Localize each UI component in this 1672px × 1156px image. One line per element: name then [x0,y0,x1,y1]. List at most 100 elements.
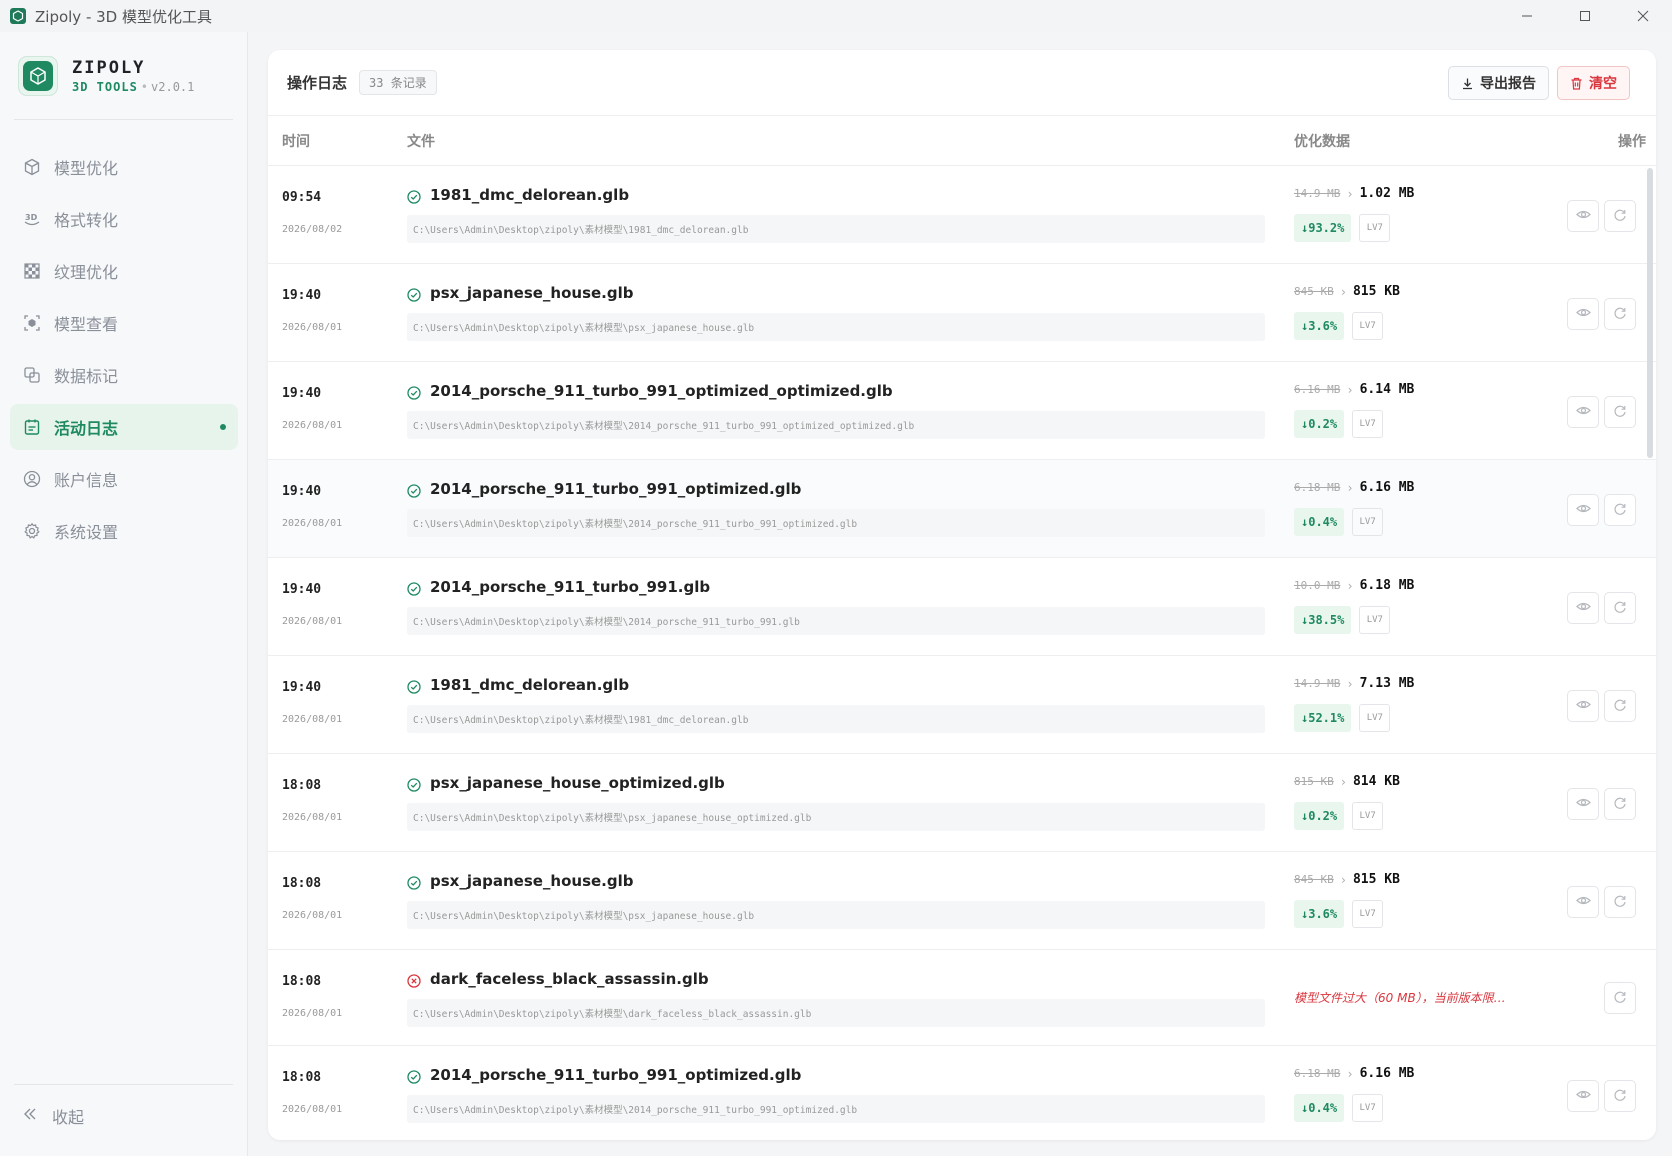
table-row[interactable]: 19:40 2026/08/01 2014_porsche_911_turbo_99… [268,362,1656,460]
retry-button[interactable] [1604,494,1636,526]
error-circle-icon [407,973,421,988]
eye-icon [1575,795,1591,814]
sidebar-item-texture-optimize[interactable]: 纹理优化 [10,248,238,294]
collapse-button[interactable]: 收起 [22,1104,84,1128]
column-time: 时间 [282,133,310,150]
sidebar-item-data-mark[interactable]: 数据标记 [10,352,238,398]
eye-icon [1575,893,1591,912]
row-file-name: dark_faceless_black_assassin.glb [430,970,709,988]
row-error-message: 模型文件过大（60 MB），当前版本限… [1294,991,1506,1005]
row-level-badge: LV7 [1352,508,1384,536]
close-button[interactable] [1614,0,1672,32]
row-size-before: 845 KB [1294,873,1334,886]
row-file-path: C:\Users\Admin\Desktop\zipoly\素材模型\2014_… [407,607,1265,635]
sidebar-item-format-convert[interactable]: 3D 格式转化 [10,196,238,242]
retry-icon [1613,697,1627,716]
export-report-button[interactable]: 导出报告 [1448,66,1549,100]
chevron-right-icon: › [1339,284,1347,299]
row-level-badge: LV7 [1352,410,1384,438]
preview-button[interactable] [1567,494,1599,526]
retry-button[interactable] [1604,788,1636,820]
chevron-right-icon: › [1346,1066,1354,1081]
download-icon [1461,77,1474,90]
preview-button[interactable] [1567,886,1599,918]
maximize-button[interactable] [1556,0,1614,32]
row-reduction-badge: ↓52.1% [1294,704,1352,732]
sidebar-item-account[interactable]: 账户信息 [10,456,238,502]
chevron-right-icon: › [1346,186,1354,201]
row-file-name: psx_japanese_house.glb [430,284,634,302]
row-date: 2026/08/01 [282,1104,343,1115]
check-circle-icon [407,581,421,596]
preview-button[interactable] [1567,592,1599,624]
row-reduction-badge: ↓93.2% [1294,214,1352,242]
preview-button[interactable] [1567,200,1599,232]
table-row[interactable]: 09:54 2026/08/02 1981_dmc_delorean.glb C:\U… [268,166,1656,264]
eye-icon [1575,599,1591,618]
row-file-name: psx_japanese_house.glb [430,872,634,890]
preview-button[interactable] [1567,690,1599,722]
row-reduction-badge: ↓0.2% [1294,802,1345,830]
brand-separator: • [140,80,149,94]
preview-button[interactable] [1567,298,1599,330]
retry-button[interactable] [1604,886,1636,918]
row-file-name: 2014_porsche_911_turbo_991.glb [430,578,711,596]
table-row[interactable]: 19:40 2026/08/01 2014_porsche_911_turbo_99… [268,558,1656,656]
clear-label: 清空 [1589,76,1617,92]
row-size-before: 845 KB [1294,285,1334,298]
retry-button[interactable] [1604,396,1636,428]
table-row[interactable]: 18:08 2026/08/01 psx_japanese_house.glb C:\… [268,852,1656,950]
table-row[interactable]: 18:08 2026/08/01 dark_faceless_black_assas… [268,950,1656,1046]
row-size-after: 6.16 MB [1359,1066,1415,1081]
table-row[interactable]: 18:08 2026/08/01 2014_porsche_911_turbo_99… [268,1046,1656,1140]
retry-icon [1613,403,1627,422]
row-size-before: 6.18 MB [1294,481,1341,494]
sidebar-item-label: 数据标记 [54,367,119,386]
scrollbar[interactable] [1647,168,1653,458]
checker-icon [22,261,42,281]
sidebar-item-activity-log[interactable]: 活动日志 [10,404,238,450]
table-row[interactable]: 19:40 2026/08/01 1981_dmc_delorean.glb C:\U… [268,656,1656,754]
preview-button[interactable] [1567,396,1599,428]
brand-logo [18,56,58,96]
export-report-label: 导出报告 [1480,76,1536,92]
row-file-path: C:\Users\Admin\Desktop\zipoly\素材模型\psx_j… [407,313,1265,341]
clear-button[interactable]: 清空 [1557,66,1630,100]
row-date: 2026/08/02 [282,224,343,235]
retry-button[interactable] [1604,200,1636,232]
row-size-after: 815 KB [1352,872,1400,887]
row-time: 19:40 [282,386,322,401]
preview-button[interactable] [1567,788,1599,820]
retry-button[interactable] [1604,298,1636,330]
brand-version: v2.0.1 [151,80,195,94]
row-date: 2026/08/01 [282,420,343,431]
row-size-before: 14.9 MB [1294,187,1341,200]
row-date: 2026/08/01 [282,812,343,823]
chevron-right-icon: › [1346,578,1354,593]
check-circle-icon [407,679,421,694]
row-level-badge: LV7 [1352,312,1384,340]
row-file-name: 1981_dmc_delorean.glb [430,186,630,204]
brand: ZIPOLY 3D TOOLS • v2.0.1 [18,56,194,96]
minimize-button[interactable] [1498,0,1556,32]
sidebar-item-settings[interactable]: 系统设置 [10,508,238,554]
sidebar-item-model-optimize[interactable]: 模型优化 [10,144,238,190]
row-time: 18:08 [282,974,322,989]
chevron-right-icon: › [1346,480,1354,495]
preview-button[interactable] [1567,1080,1599,1112]
table-row[interactable]: 18:08 2026/08/01 psx_japanese_house_optimi… [268,754,1656,852]
retry-icon [1613,305,1627,324]
sidebar-item-model-viewer[interactable]: 模型查看 [10,300,238,346]
eye-icon [1575,207,1591,226]
row-size-before: 14.9 MB [1294,677,1341,690]
retry-button[interactable] [1604,592,1636,624]
retry-button[interactable] [1604,1080,1636,1112]
table-row[interactable]: 19:40 2026/08/01 psx_japanese_house.glb C:\… [268,264,1656,362]
row-level-badge: LV7 [1352,802,1384,830]
retry-button[interactable] [1604,690,1636,722]
row-file-name: 2014_porsche_911_turbo_991_optimized_opt… [430,382,893,400]
retry-button[interactable] [1604,982,1636,1014]
table-header: 时间 文件 优化数据 操作 [268,116,1656,166]
eye-icon [1575,1087,1591,1106]
table-row[interactable]: 19:40 2026/08/01 2014_porsche_911_turbo_99… [268,460,1656,558]
